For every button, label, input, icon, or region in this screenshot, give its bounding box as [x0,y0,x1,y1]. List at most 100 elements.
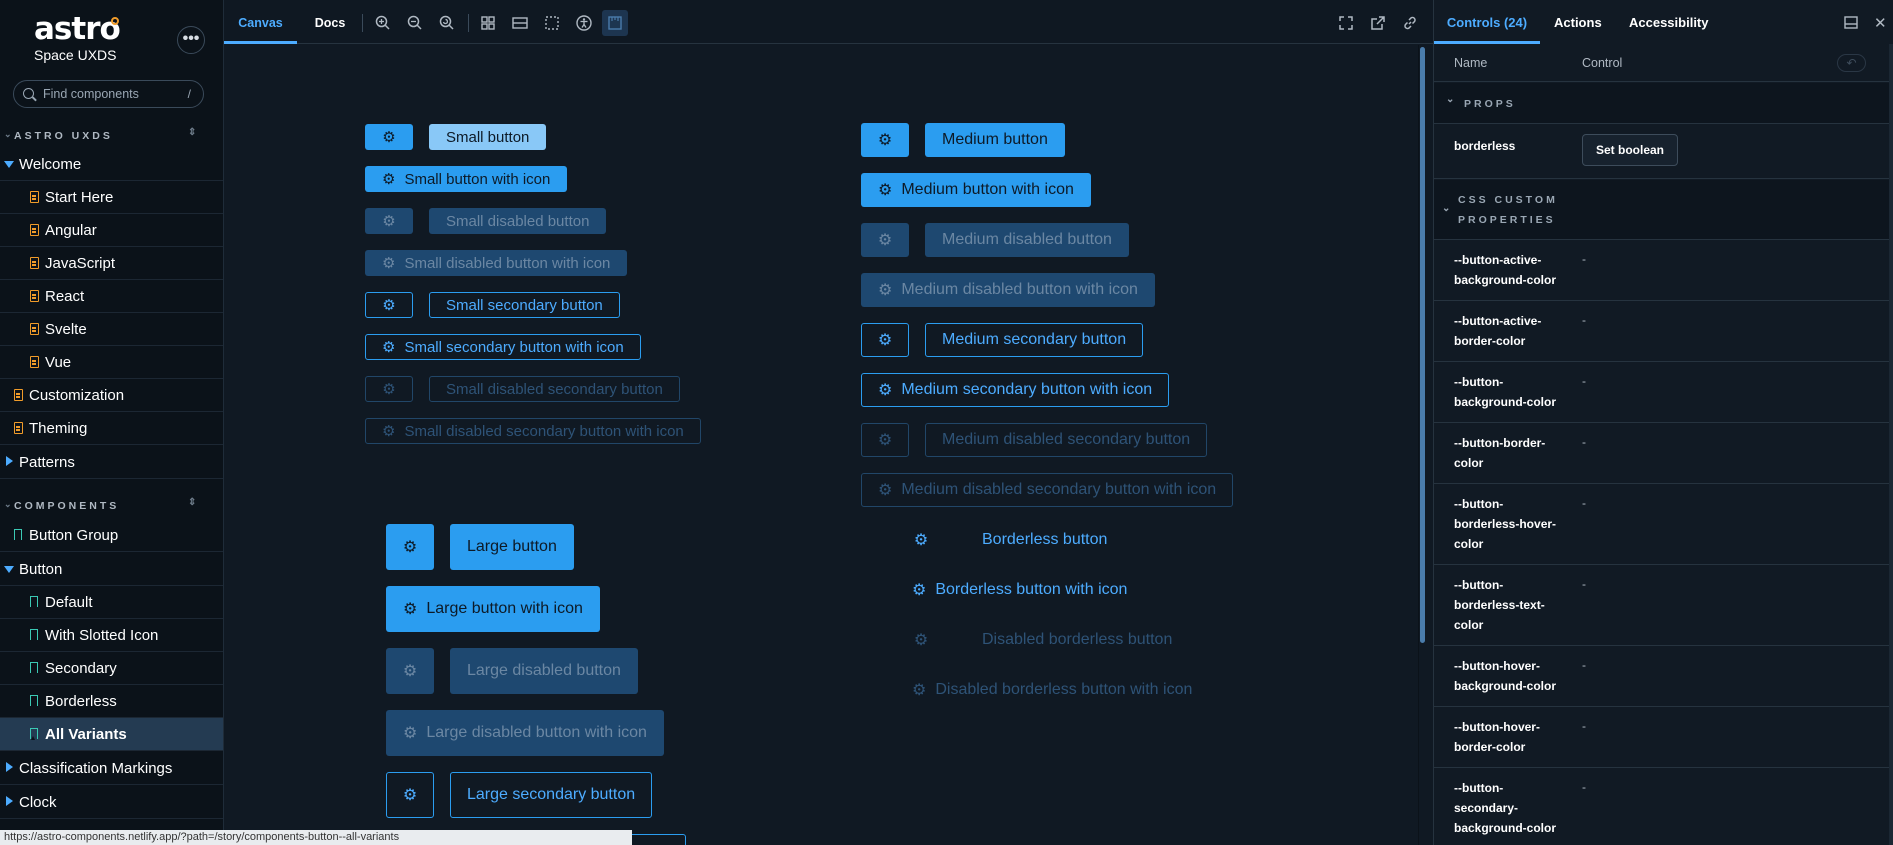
expand-collapse-icon[interactable]: ⇕ [188,127,196,138]
medium-secondary-button[interactable]: Medium secondary button [925,323,1144,357]
tab-canvas[interactable]: Canvas [224,0,297,44]
panel-scrollbar[interactable] [1889,44,1893,845]
medium-button-with-icon[interactable]: ⚙ Medium button with icon [861,173,1091,207]
medium-secondary-icon-button[interactable]: ⚙ [861,323,909,357]
chevron-down-icon: ⌄ [4,129,15,139]
sidebar-item-svelte[interactable]: Svelte [0,313,223,346]
control-name: --button-borderless-hover-color [1454,497,1557,551]
control-value: - [1582,313,1586,327]
group-label: CSS CUSTOM PROPERTIES [1458,194,1558,226]
sidebar-item-start-here[interactable]: Start Here [0,181,223,214]
large-secondary-icon-button[interactable]: ⚙ [386,772,434,818]
sidebar-item-clock[interactable]: Clock [0,786,223,819]
medium-disabled-secondary-button-with-icon: ⚙ Medium disabled secondary button with i… [861,473,1234,507]
tab-docs[interactable]: Docs [308,0,352,44]
gear-icon: ⚙ [382,423,396,440]
background-icon[interactable] [511,14,529,32]
toolbar-divider [468,14,469,32]
medium-secondary-button-with-icon[interactable]: ⚙ Medium secondary button with icon [861,373,1170,407]
sidebar-item-welcome[interactable]: Welcome [0,148,223,181]
search-input[interactable]: Find components / [13,80,204,108]
group-props[interactable]: ⌄ PROPS [1434,83,1893,124]
sidebar-item-classification-markings[interactable]: Classification Markings [0,752,223,785]
accessibility-icon[interactable] [575,14,593,32]
gear-icon: ⚙ [913,532,929,549]
disabled-borderless-button-with-icon: ⚙ Disabled borderless button with icon [901,673,1203,707]
measure-toggle[interactable] [602,10,628,36]
sidebar-item-all-variants[interactable]: All Variants [0,718,223,751]
small-disabled-button-with-icon: ⚙ Small disabled button with icon [365,250,628,276]
control-row: --button-secondary-background-color - [1434,768,1893,845]
set-boolean-button[interactable]: Set boolean [1582,134,1678,166]
gear-icon: ⚙ [878,282,893,299]
sidebar-item-button-group[interactable]: Button Group [0,519,223,552]
gear-icon: ⚙ [912,582,927,599]
tab-accessibility[interactable]: Accessibility [1629,0,1709,44]
control-name: --button-borderless-text-color [1454,578,1545,632]
tab-actions[interactable]: Actions [1554,0,1602,44]
bookmark-icon [30,596,38,608]
sidebar-item-patterns[interactable]: Patterns [0,446,223,479]
group-css-custom-properties[interactable]: ⌄ CSS CUSTOM PROPERTIES [1434,180,1893,240]
small-secondary-button-with-icon[interactable]: ⚙ Small secondary button with icon [365,334,641,360]
sidebar-item-with-slotted-icon[interactable]: With Slotted Icon [0,619,223,652]
medium-button[interactable]: Medium button [925,123,1065,157]
control-row-borderless: borderless Set boolean [1434,125,1893,179]
fullscreen-icon[interactable] [1337,14,1355,32]
copy-link-icon[interactable] [1401,14,1419,32]
medium-disabled-button-with-icon: ⚙ Medium disabled button with icon [861,273,1155,307]
borderless-button[interactable]: Borderless button [965,523,1124,557]
small-secondary-button[interactable]: Small secondary button [429,292,620,318]
reset-controls-icon[interactable]: ↶ [1837,54,1866,72]
small-secondary-icon-button[interactable]: ⚙ [365,292,413,318]
small-icon-button[interactable]: ⚙ [365,124,413,150]
document-icon [14,422,23,434]
sidebar-item-react[interactable]: React [0,280,223,313]
gear-icon: ⚙ [382,213,396,230]
search-placeholder: Find components [43,87,139,101]
open-new-tab-icon[interactable] [1369,14,1387,32]
borderless-icon-button[interactable]: ⚙ [901,523,941,557]
zoom-out-icon[interactable] [406,14,424,32]
small-button-with-icon[interactable]: ⚙ Small button with icon [365,166,568,192]
canvas-scrollbar[interactable] [1420,47,1425,643]
astro-logo: astro [34,11,121,47]
outline-icon[interactable] [543,14,561,32]
medium-icon-button[interactable]: ⚙ [861,123,909,157]
gear-icon: ⚙ [878,382,893,399]
sidebar-item-customization[interactable]: Customization [0,379,223,412]
panel-layout-icon[interactable] [1844,16,1858,29]
small-disabled-secondary-button: Small disabled secondary button [429,376,680,402]
expand-collapse-icon[interactable]: ⇕ [188,497,196,508]
zoom-in-icon[interactable] [374,14,392,32]
sidebar-item-vue[interactable]: Vue [0,346,223,379]
sidebar-item-borderless[interactable]: Borderless [0,685,223,718]
document-icon [30,356,39,368]
more-options-button[interactable]: ••• [177,26,205,54]
tab-controls[interactable]: Controls (24) [1434,0,1540,44]
sidebar-item-angular[interactable]: Angular [0,214,223,247]
close-panel-icon[interactable]: ✕ [1874,14,1887,32]
section-astro-uxds[interactable]: ⌄ ASTRO UXDS ⇕ [0,126,223,146]
sidebar-item-secondary[interactable]: Secondary [0,652,223,685]
grid-icon[interactable] [479,14,497,32]
gear-icon: ⚙ [913,632,929,649]
large-secondary-button[interactable]: Large secondary button [450,772,653,818]
sidebar-item-button[interactable]: Button [0,553,223,586]
sidebar-item-javascript[interactable]: JavaScript [0,247,223,280]
brand[interactable]: astro Space UXDS [34,12,144,64]
zoom-reset-icon[interactable] [438,14,456,32]
large-button-with-icon[interactable]: ⚙ Large button with icon [386,586,600,632]
sidebar-item-label: Svelte [45,321,87,338]
addons-panel: Controls (24) Actions Accessibility ✕ Na… [1433,0,1893,845]
section-components[interactable]: ⌄ COMPONENTS ⇕ [0,496,223,516]
sidebar-item-default[interactable]: Default [0,586,223,619]
borderless-button-with-icon[interactable]: ⚙ Borderless button with icon [901,573,1138,607]
large-button[interactable]: Large button [450,524,574,570]
small-button[interactable]: Small button [429,124,547,150]
gear-icon: ⚙ [382,171,396,188]
sidebar-item-theming[interactable]: Theming [0,412,223,445]
section-label: COMPONENTS [14,500,120,512]
large-icon-button[interactable]: ⚙ [386,524,434,570]
gear-icon: ⚙ [382,339,396,356]
